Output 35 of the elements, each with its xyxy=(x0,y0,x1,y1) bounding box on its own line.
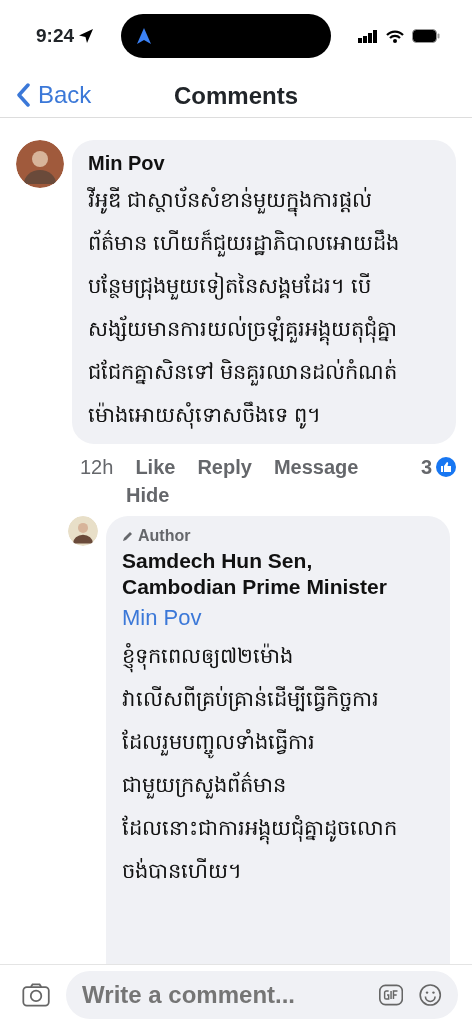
avatar xyxy=(16,140,64,188)
comment-text-line: វីអូឌី ជាស្ថាប័នសំខាន់មួយក្នុងការផ្តល់ xyxy=(88,178,440,221)
reply-text-line: ខ្ញុំទុកពេលឲ្យ៧២ម៉ោង xyxy=(122,633,434,677)
reply-text-line: ជាមួយក្រសួងព័ត៌មាន xyxy=(122,762,434,806)
author-name[interactable]: Samdech Hun Sen, Cambodian Prime Minister xyxy=(122,548,422,601)
author-badge: Author xyxy=(122,524,434,548)
page-title: Comments xyxy=(174,81,298,111)
navigation-arrow-icon xyxy=(137,28,151,44)
author-name[interactable]: Min Pov xyxy=(88,148,440,178)
timestamp: 12h xyxy=(80,455,114,480)
chevron-left-icon xyxy=(16,82,30,107)
like-icon xyxy=(436,457,456,477)
clock-time: 9:24 xyxy=(36,23,75,48)
reply-text-line: វាលើសពីគ្រប់គ្រាន់ដើម្បីធ្វើកិច្ចការ xyxy=(122,685,380,714)
wifi-icon xyxy=(386,29,404,43)
battery-icon xyxy=(412,29,440,43)
reply-text-line: ដែលនោះជាការអង្គុយជុំគ្នាដូចលោក xyxy=(122,805,434,849)
comment-text-line: ជជែកគ្នាសិនទៅ មិនគួរឈានដល់កំណត់ xyxy=(88,350,440,393)
mentioned-name[interactable]: Min Pov xyxy=(122,600,434,634)
comment-text-line: ព័ត៌មាន ហើយក៏ជួយរដ្ឋាភិបាលអោយដឹង xyxy=(88,221,440,264)
action-link[interactable]: Like xyxy=(135,452,176,482)
signal-icon xyxy=(358,29,378,43)
reply-text-line: ចង់បានហើយ។ xyxy=(122,857,243,884)
action-link[interactable]: Reply xyxy=(197,452,252,482)
comment-text-line: បន្ថែមជ្រុងមួយទៀតនៃសង្គមដែរ។ បើ xyxy=(88,264,440,307)
back-button[interactable]: Back xyxy=(16,76,92,113)
location-arrow-icon xyxy=(78,28,95,44)
action-link[interactable]: Message xyxy=(273,452,359,482)
avatar xyxy=(68,516,98,546)
reaction-count: 3 xyxy=(420,452,456,482)
comment-text-line: សង្ស័យមានការយល់ច្រឡំគួរអង្គុយតុជុំគ្នា xyxy=(88,307,440,350)
comment-text-line: ម៉ោងអោយសុំទោសចឹងទេ ពូ។ xyxy=(88,393,440,436)
action-link[interactable]: Hide xyxy=(126,482,170,508)
comment-box[interactable]: Write a comment... xyxy=(66,970,458,1019)
reply-text-line: ដែលរួមបញ្ចូលទាំងធ្វើការ xyxy=(122,719,434,763)
